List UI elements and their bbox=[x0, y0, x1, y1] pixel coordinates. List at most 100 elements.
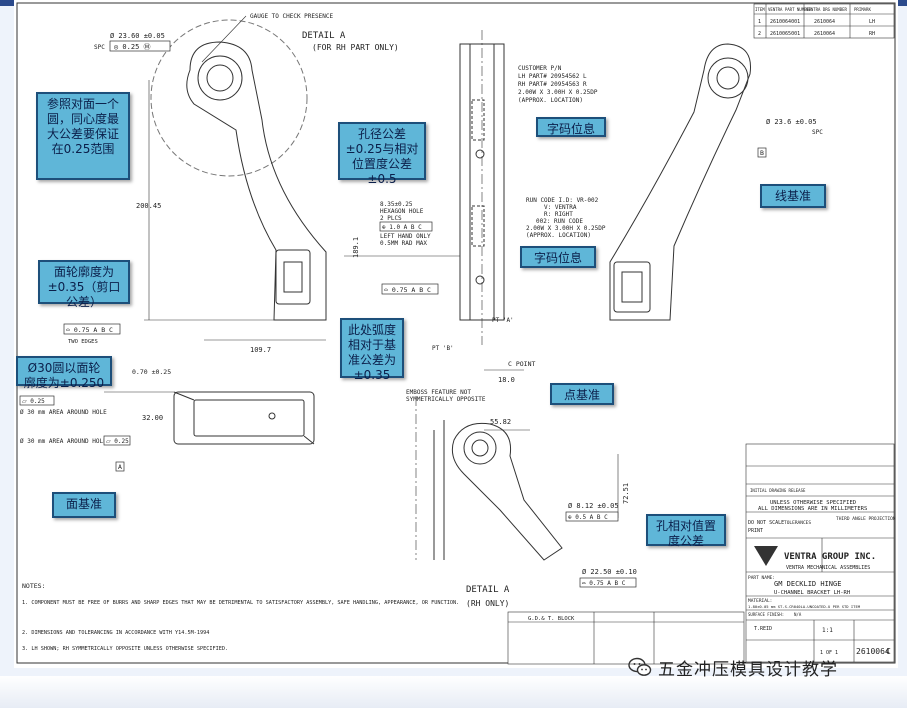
hex-fcf: ⊕ 1.0 A B C bbox=[382, 224, 422, 231]
part-name-1: GM DECKLID HINGE bbox=[774, 580, 841, 588]
rh-part: RH PART# 20954563 R bbox=[518, 81, 587, 88]
customer-pn: CUSTOMER P/N bbox=[518, 65, 562, 72]
part-table-cell: 2610064001 bbox=[770, 19, 800, 25]
annotation-char-position-top: 字码位息 bbox=[536, 117, 606, 137]
part-table-cell: 2610064 bbox=[814, 19, 835, 25]
gauge-note: GAUGE TO CHECK PRESENCE bbox=[250, 13, 333, 20]
annotation-arc-tolerance: 此处弧度相对于基准公差为±0.35 bbox=[340, 318, 404, 382]
notes-title: NOTES: bbox=[22, 582, 45, 590]
gdt-block-title: G.D.& T. BLOCK bbox=[528, 616, 575, 622]
annotation-surface-datum: 面基准 bbox=[52, 492, 116, 518]
pos-fcf-812: ⊕ 0.5 A B C bbox=[568, 514, 608, 521]
slide-background: GAUGE TO CHECK PRESENCE DETAIL A (FOR RH… bbox=[0, 0, 907, 708]
emboss-note-2: SYMMETRICALLY OPPOSITE bbox=[406, 396, 486, 403]
part-table-cell: RH bbox=[869, 31, 875, 37]
profile-fcf-left: ⌓ 0.75 A B C bbox=[66, 326, 113, 334]
hex-hole-5: 0.5MM RAD MAX bbox=[380, 240, 427, 247]
division-name: VENTRA MECHANICAL ASSEMBLIES bbox=[786, 565, 870, 571]
emboss-note-1: EMBOSS FEATURE NOT bbox=[406, 389, 471, 396]
pt-b: PT 'B' bbox=[432, 345, 454, 352]
size-box: 2.00W X 3.00H X 0.25DP bbox=[518, 89, 598, 96]
run-code-4: 002: RUN CODE bbox=[536, 218, 583, 225]
part-table-cell: 2 bbox=[758, 31, 761, 37]
rh-only: (RH ONLY) bbox=[466, 599, 509, 608]
hex-hole-4: LEFT HAND ONLY bbox=[380, 233, 431, 240]
part-name-2: U-CHANNEL BRACKET LH-RH bbox=[774, 590, 850, 596]
datum-b: B bbox=[760, 149, 764, 157]
material-value: 1.80±0.05 mm ST-S-CR040LA-UNCOATED-U PER… bbox=[748, 604, 861, 609]
dim-200: 200.45 bbox=[136, 202, 161, 210]
hex-hole-3: 2 PLCS bbox=[380, 215, 402, 222]
annotation-concentric: 参照对面一个圆，同心度最大公差要保证在0.25范围 bbox=[36, 92, 130, 180]
view-detail-a bbox=[415, 396, 619, 561]
run-code-2: V: VENTRA bbox=[544, 204, 577, 211]
run-code-1: RUN CODE I.D: VR-002 bbox=[526, 197, 599, 204]
tolerances-label: TOLERANCES bbox=[784, 520, 811, 526]
profile-fcf-bottom: ⌓ 0.75 A B C bbox=[582, 580, 626, 587]
lh-part: LH PART# 20954562 L bbox=[518, 73, 587, 80]
annotation-hole-tolerance: 孔径公差±0.25与相对位置度公差±0.5 bbox=[338, 122, 426, 186]
company-name: VENTRA GROUP INC. bbox=[784, 552, 876, 562]
pos-070: 0.70 ±0.25 bbox=[132, 368, 171, 376]
hex-hole-2: HEXAGON HOLE bbox=[380, 208, 424, 215]
part-table-cell: 1 bbox=[758, 19, 761, 25]
wechat-icon bbox=[628, 657, 652, 676]
part-table-cell: LH bbox=[869, 19, 875, 25]
drawing-canvas: GAUGE TO CHECK PRESENCE DETAIL A (FOR RH… bbox=[16, 2, 896, 665]
detail-a-subtitle: (FOR RH PART ONLY) bbox=[312, 43, 399, 52]
tol-note-2: ALL DIMENSIONS ARE IN MILLIMETERS bbox=[758, 506, 867, 512]
area-around-hole-1: Ø 30 mm AREA AROUND HOLE bbox=[20, 409, 107, 416]
pt-a: PT 'A' bbox=[492, 317, 514, 324]
part-table-header-item: ITEM bbox=[755, 7, 765, 12]
surface-value: N/A bbox=[794, 612, 802, 617]
annotation-char-position-mid: 字码位息 bbox=[520, 246, 596, 268]
surface-label: SURFACE FINISH: bbox=[748, 612, 784, 617]
run-code-6: (APPROX. LOCATION) bbox=[526, 232, 591, 239]
third-angle: THIRD ANGLE PROJECTION bbox=[836, 516, 896, 522]
spc-right: SPC bbox=[812, 129, 823, 136]
annotation-point-datum: 点基准 bbox=[550, 383, 614, 405]
dim-189: 189.1 bbox=[352, 237, 360, 258]
approx-loc: (APPROX. LOCATION) bbox=[518, 97, 583, 104]
right-hole-dim: Ø 23.6 ±0.05 bbox=[766, 118, 817, 126]
annotation-flatness: Ø30圆以面轮廓度为±0.250 bbox=[16, 356, 112, 390]
dim-55: 55.82 bbox=[490, 418, 511, 426]
view-upper-right bbox=[609, 43, 752, 321]
dim-18: 18.0 bbox=[498, 376, 515, 384]
revision-desc: INITIAL DRAWING RELEASE bbox=[750, 488, 806, 493]
two-edges: TWO EDGES bbox=[68, 339, 98, 345]
flat-fcf-2: ⏥ 0.25 bbox=[106, 438, 129, 445]
hole-fcf-top: ◎ 0.25 Ⓜ bbox=[114, 43, 151, 51]
scale-value: 1:1 bbox=[822, 627, 833, 634]
view-lower-left bbox=[104, 391, 315, 445]
run-code-3: R: RIGHT bbox=[544, 211, 573, 218]
hex-hole-1: 8.35±0.25 bbox=[380, 201, 413, 208]
annotation-profile-tolerance: 面轮廓度为±0.35（剪口公差） bbox=[38, 260, 130, 309]
engineering-drawing: GAUGE TO CHECK PRESENCE DETAIL A (FOR RH… bbox=[14, 0, 898, 668]
part-table-cell: 2610065001 bbox=[770, 31, 800, 37]
note-2: 2. DIMENSIONS AND TOLERANCING IN ACCORDA… bbox=[22, 630, 209, 636]
area-around-hole-2: Ø 30 mm AREA AROUND HOLE bbox=[20, 438, 107, 445]
flat-fcf: ⏥ 0.25 bbox=[22, 398, 45, 405]
watermark: 五金冲压模具设计教学 bbox=[628, 652, 898, 682]
drawn-by: T.REID bbox=[754, 626, 772, 632]
spc-left: SPC bbox=[94, 44, 105, 51]
part-name-label: PART NAME: bbox=[748, 575, 775, 581]
do-not-scale: DO NOT SCALE bbox=[748, 520, 784, 526]
print-label: PRINT bbox=[748, 528, 763, 534]
part-table-header-primark: PRIMARK bbox=[854, 7, 871, 12]
dim-32: 32.00 bbox=[142, 414, 163, 422]
note-3: 3. LH SHOWN; RH SYMMETRICALLY OPPOSITE U… bbox=[22, 646, 228, 652]
annotation-hole-position: 孔相对值置度公差 bbox=[646, 514, 726, 548]
point-c: C POINT bbox=[508, 360, 535, 368]
datum-a: A bbox=[118, 463, 122, 471]
dim-109: 109.7 bbox=[250, 346, 271, 354]
part-table-header-drg: VENTRA DRG NUMBER bbox=[806, 7, 848, 12]
profile-fcf-mid: ⌓ 0.75 A B C bbox=[384, 286, 431, 294]
view-upper-left bbox=[144, 19, 327, 341]
note-1: 1. COMPONENT MUST BE FREE OF BURRS AND S… bbox=[22, 600, 459, 606]
watermark-text: 五金冲压模具设计教学 bbox=[658, 659, 838, 680]
detail-a-title: DETAIL A bbox=[302, 31, 346, 41]
run-code-5: 2.00W X 3.00H X 0.25DP bbox=[526, 225, 606, 232]
part-table-cell: 2610064 bbox=[814, 31, 835, 37]
